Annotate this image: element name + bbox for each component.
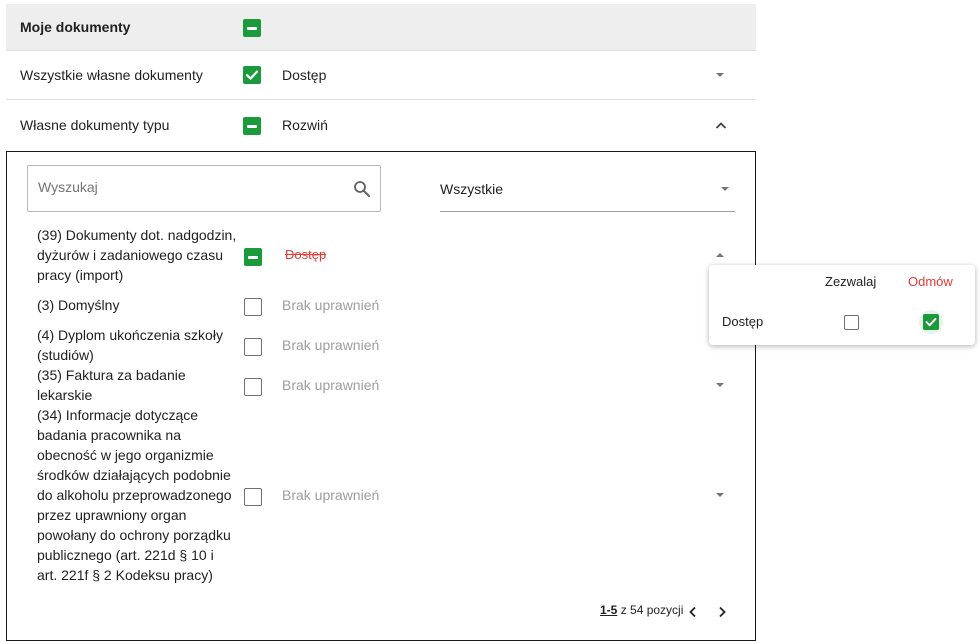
row-all-own-checkbox[interactable] — [243, 66, 261, 84]
chevron-down-icon[interactable] — [713, 70, 727, 80]
check-checkbox-icon — [925, 318, 937, 327]
pagination-total: z 54 pozycji — [620, 603, 684, 617]
document-name: (34) Informacje dotyczące badania pracow… — [37, 407, 232, 583]
document-checkbox[interactable] — [244, 338, 262, 356]
document-status: Brak uprawnień — [282, 297, 380, 313]
row-all-own-value: Dostęp — [282, 67, 327, 83]
permission-label: Dostęp — [722, 314, 764, 329]
minus-checkbox-icon — [248, 255, 258, 259]
deny-column-header: Odmów — [908, 274, 953, 289]
document-checkbox[interactable] — [244, 378, 262, 396]
document-name: (4) Dyplom ukończenia szkoły (studiów) — [37, 327, 223, 363]
chevron-down-icon[interactable] — [718, 184, 732, 194]
header-checkbox[interactable] — [243, 19, 261, 37]
allow-checkbox[interactable] — [844, 315, 859, 330]
document-checkbox[interactable] — [244, 298, 262, 316]
divider — [6, 50, 756, 51]
document-checkbox[interactable] — [244, 488, 262, 506]
document-checkbox[interactable] — [244, 248, 262, 266]
document-status: Brak uprawnień — [282, 377, 380, 393]
pagination-info: 1-5 z 54 pozycji — [600, 603, 683, 617]
search-placeholder: Wyszukaj — [38, 179, 98, 195]
pagination-range: 1-5 — [600, 603, 618, 617]
row-by-type-checkbox[interactable] — [243, 117, 261, 135]
type-select[interactable]: Wszystkie — [440, 179, 503, 199]
page-title: Moje dokumenty — [20, 19, 131, 35]
document-name: (39) Dokumenty dot. nadgodzin, dyżurów i… — [37, 227, 237, 283]
allow-column-header: Zezwalaj — [825, 274, 877, 289]
deny-checkbox[interactable] — [923, 314, 939, 330]
row-by-type-value: Rozwiń — [282, 117, 328, 133]
document-status-denied: Dostęp — [285, 247, 327, 262]
permission-popup: Zezwalaj Odmów Dostęp — [709, 265, 975, 345]
chevron-down-icon[interactable] — [713, 490, 727, 500]
chevron-left-icon[interactable] — [686, 605, 700, 619]
minus-checkbox-icon — [247, 124, 257, 128]
chevron-right-icon[interactable] — [715, 605, 729, 619]
chevron-down-icon[interactable] — [713, 380, 727, 390]
type-select-underline — [440, 211, 735, 212]
document-name: (35) Faktura za badanie lekarskie — [37, 367, 186, 403]
document-name: (3) Domyślny — [37, 297, 120, 313]
search-icon[interactable] — [353, 180, 371, 198]
check-checkbox-icon — [245, 70, 259, 80]
chevron-up-icon[interactable] — [713, 250, 727, 260]
search-input[interactable]: Wyszukaj — [27, 165, 381, 212]
minus-checkbox-icon — [247, 26, 257, 30]
divider — [6, 99, 756, 100]
chevron-up-icon[interactable] — [714, 120, 728, 130]
document-status: Brak uprawnień — [282, 487, 380, 503]
row-by-type-label: Własne dokumenty typu — [20, 117, 170, 133]
document-status: Brak uprawnień — [282, 337, 380, 353]
row-all-own-label: Wszystkie własne dokumenty — [20, 67, 203, 83]
